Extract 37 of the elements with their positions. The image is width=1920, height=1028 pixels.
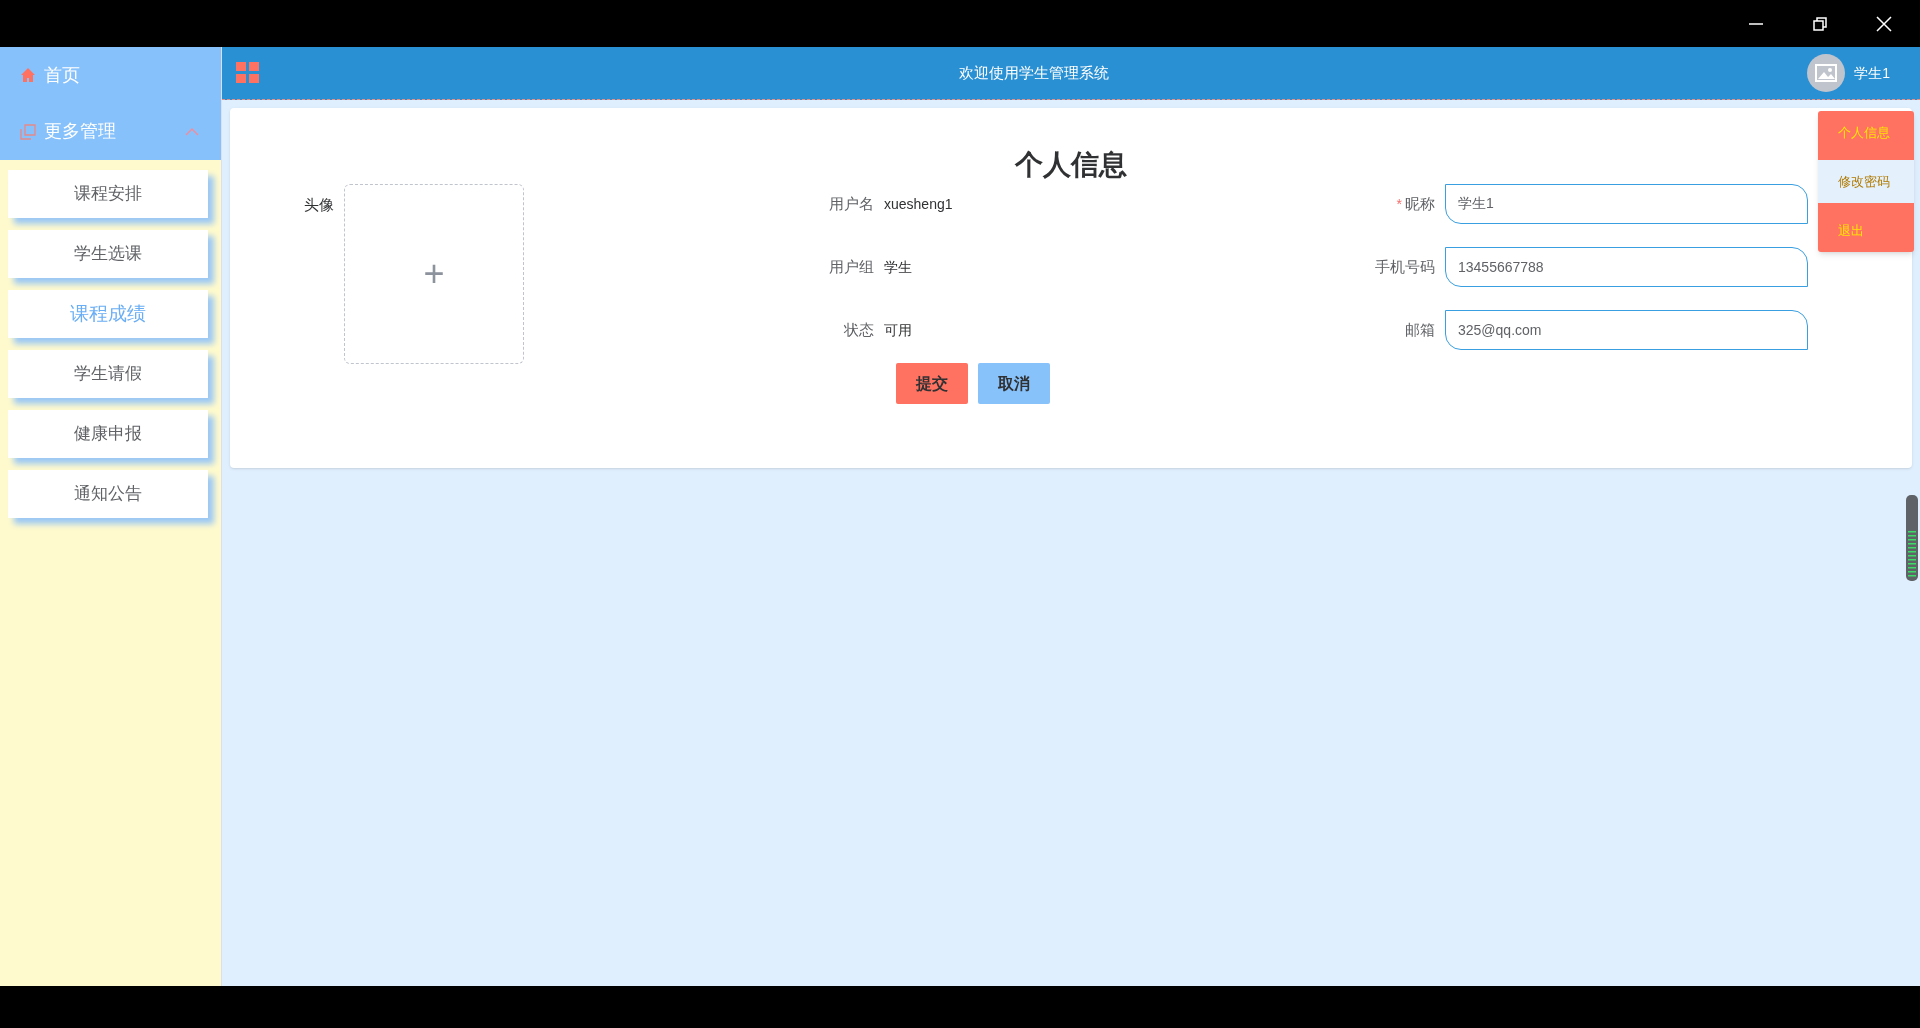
form-button[interactable]: 取消	[978, 363, 1050, 404]
field-value: 可用	[884, 320, 912, 340]
upload-box[interactable]: +	[344, 184, 524, 364]
form-button[interactable]: 提交	[896, 363, 968, 404]
form-title: 个人信息	[1015, 148, 1127, 182]
menu-label: 更多管理	[44, 120, 117, 143]
field-label: 用户组	[828, 256, 875, 277]
menu-label: 首页	[44, 63, 80, 87]
user-name[interactable]: 学生1	[1854, 62, 1890, 84]
field-value: 学生	[884, 257, 912, 277]
page-title: 欢迎使用学生管理系统	[957, 62, 1110, 83]
sidebar-item[interactable]: 通知公告	[8, 470, 208, 518]
field-label: 昵称	[1405, 193, 1435, 214]
sidebar-item[interactable]: 学生选课	[8, 230, 208, 278]
sidebar-item[interactable]: 课程安排	[8, 170, 208, 218]
field-label: 头像	[304, 195, 334, 215]
close-icon[interactable]	[1876, 15, 1892, 32]
plus-icon: +	[423, 247, 445, 301]
field-label: 手机号码	[1375, 256, 1435, 277]
required-mark: *	[1396, 194, 1402, 214]
input-field[interactable]: 学生1	[1445, 184, 1808, 224]
menu-item[interactable]: 修改密码	[1818, 160, 1914, 203]
input-field[interactable]: 325@qq.com	[1445, 310, 1808, 350]
input-field[interactable]: 13455667788	[1445, 247, 1808, 287]
caret-icon	[185, 127, 199, 136]
sidebar-item[interactable]: 健康申报	[8, 410, 208, 458]
avatar[interactable]	[1807, 54, 1846, 92]
image-icon	[1815, 64, 1838, 82]
copy-icon	[20, 123, 36, 140]
field-value: xuesheng1	[884, 194, 953, 214]
sidebar-item[interactable]: 学生请假	[8, 350, 208, 398]
scroll-handle-drawing[interactable]	[1906, 495, 1918, 581]
restore-icon[interactable]	[1812, 15, 1828, 32]
field-label: 状态	[843, 319, 875, 340]
field-label: 用户名	[828, 193, 875, 214]
field-label: 邮箱	[1405, 319, 1435, 340]
home-icon	[20, 67, 36, 83]
